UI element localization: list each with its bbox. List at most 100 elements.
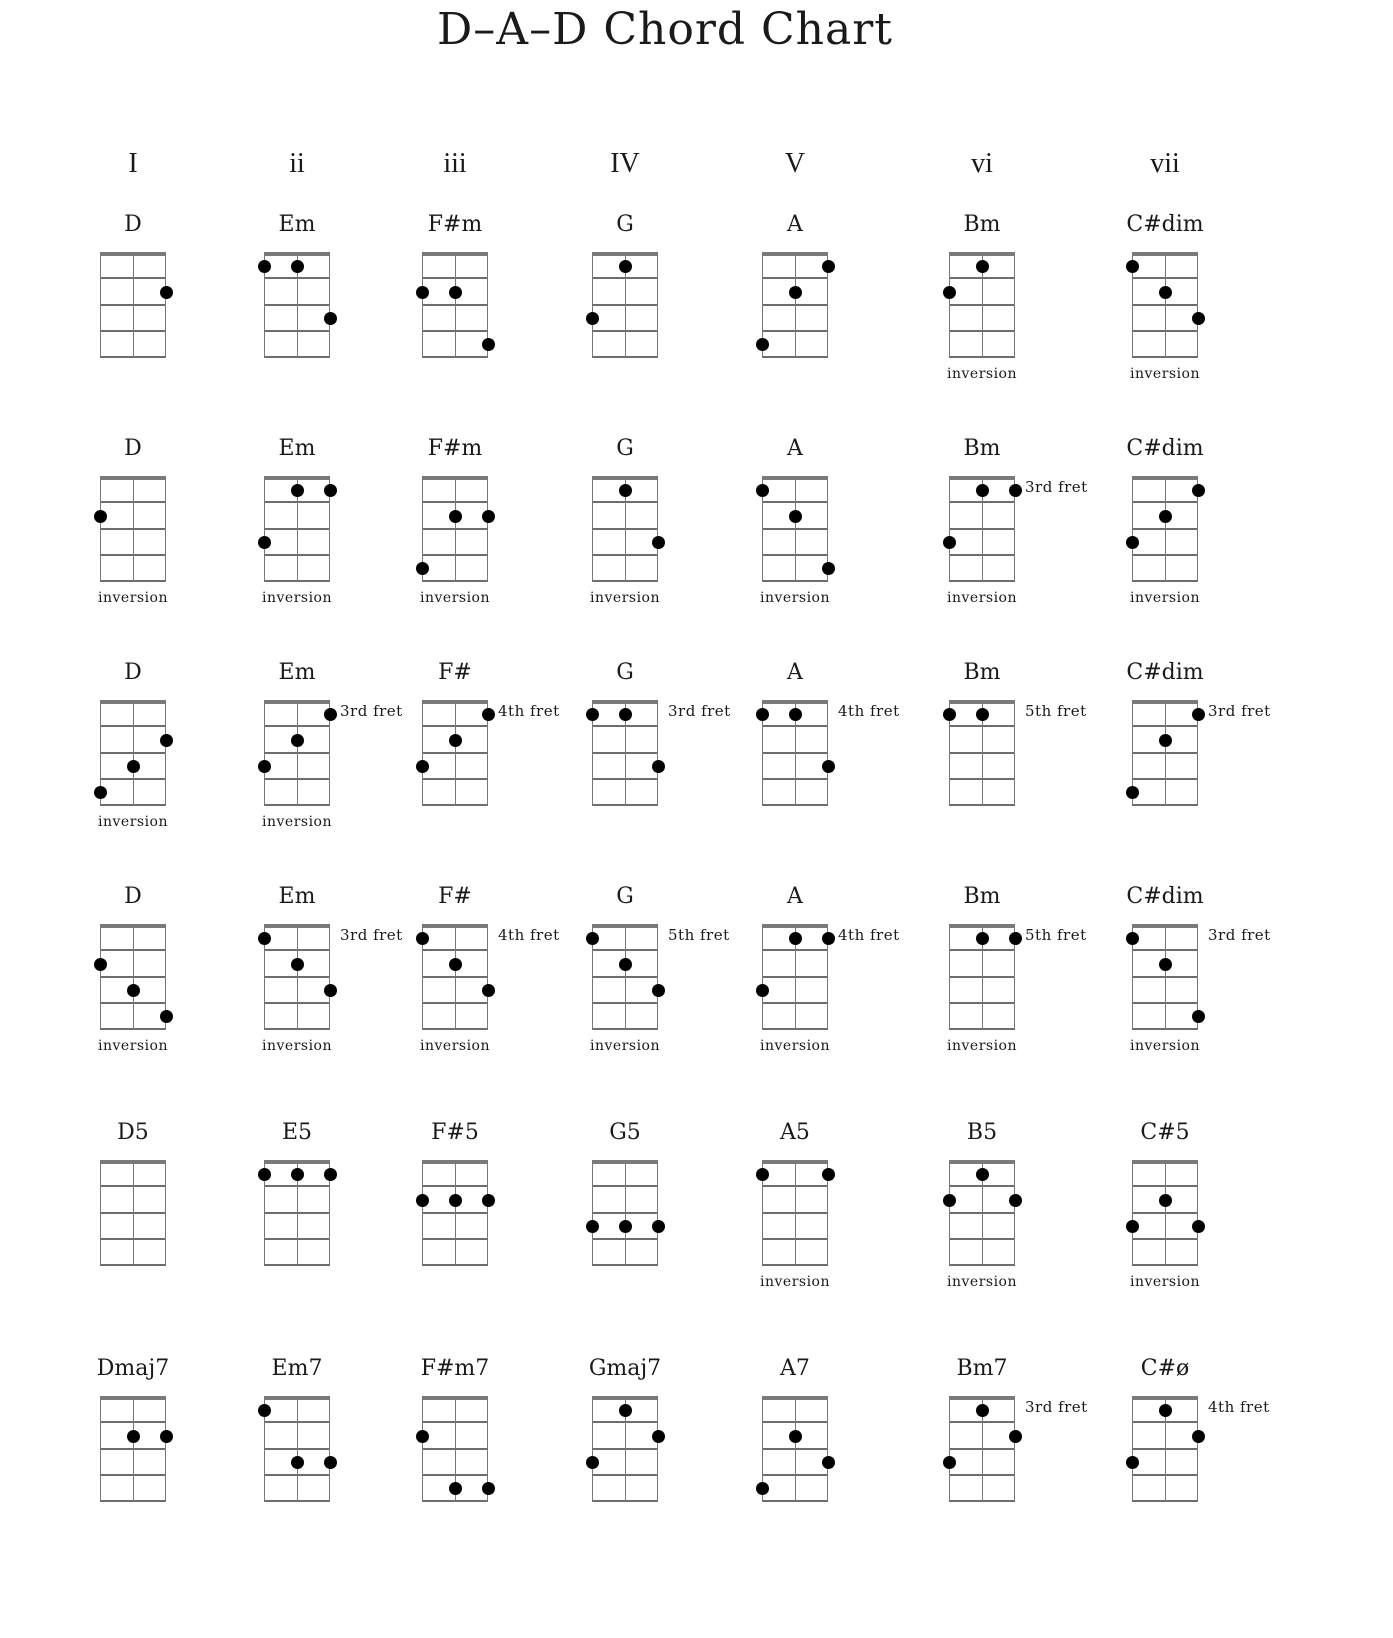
finger-dot [415,285,429,299]
chord-diagram: Bm7 3rd fret [882,1356,1087,1556]
finger-dot [159,733,173,747]
string-line [1132,476,1133,581]
finger-dot [93,786,107,800]
fretboard-grid [585,252,658,358]
inversion-label: inversion [947,366,1017,382]
string-line [949,1396,950,1501]
fretboard-grid [100,1396,173,1502]
finger-dot [755,338,769,352]
finger-dot [1158,957,1172,971]
chord-name: A [787,884,803,909]
chord-name: A [787,212,803,237]
fretboard-grid [93,700,173,806]
finger-dot [415,1193,429,1207]
finger-dot [755,483,769,497]
finger-dot [290,1456,304,1470]
string-line [133,252,134,357]
finger-dot [415,931,429,945]
string-line [762,924,763,1029]
fretboard-grid [257,1396,337,1502]
inversion-label: inversion [947,1274,1017,1290]
chord-diagram: B5 inversion [882,1120,1082,1320]
finger-dot [126,760,140,774]
string-line [795,252,796,357]
finger-dot [448,285,462,299]
string-line [133,1160,134,1265]
fretboard-grid [755,1396,835,1502]
string-line [1014,700,1015,805]
inversion-label: inversion [947,1038,1017,1054]
chord-name: A [787,436,803,461]
finger-dot [323,984,337,998]
fretboard-grid [942,1160,1022,1266]
fretboard-grid [257,1160,337,1266]
fretboard-grid [1125,924,1205,1030]
string-line [165,252,166,357]
finger-dot [651,536,665,550]
scale-degree-7: vii [1150,148,1180,179]
string-line [455,924,456,1029]
string-line [422,1396,423,1501]
finger-dot [618,1403,632,1417]
finger-dot [942,1456,956,1470]
string-line [455,476,456,581]
inversion-label: inversion [1130,590,1200,606]
finger-dot [975,707,989,721]
string-line [795,476,796,581]
scale-degree-3: iii [443,148,467,179]
chord-name: C#dim [1126,436,1204,461]
chord-name: C#dim [1126,660,1204,685]
chord-diagram: Ainversion [695,436,895,636]
fretboard-grid [942,1396,1022,1502]
string-line [1165,476,1166,581]
finger-dot [1125,1220,1139,1234]
finger-dot [755,984,769,998]
finger-dot [585,931,599,945]
chord-diagram: C#dim 3rd fret [1065,660,1270,860]
inversion-label: inversion [760,1274,830,1290]
finger-dot [323,707,337,721]
chord-name: A [787,660,803,685]
finger-dot [257,259,271,273]
finger-dot [821,259,835,273]
fretboard-grid [1125,1396,1205,1502]
finger-dot [942,1193,956,1207]
string-line [1165,252,1166,357]
string-line [100,252,101,357]
finger-dot [755,1482,769,1496]
chord-diagram: A 4th fret inversion [695,884,899,1084]
finger-dot [1158,285,1172,299]
fretboard-grid [755,252,835,358]
chord-diagram: C#5 inversion [1065,1120,1265,1320]
finger-dot [821,931,835,945]
string-line [657,700,658,805]
string-line [1014,252,1015,357]
fretboard-grid [93,924,173,1030]
inversion-label: inversion [1130,1274,1200,1290]
finger-dot [290,1167,304,1181]
fretboard-grid [93,476,166,582]
finger-dot [481,984,495,998]
string-line [657,252,658,357]
string-line [1165,924,1166,1029]
chord-diagram: A [695,212,895,412]
fretboard-grid [942,476,1022,582]
finger-dot [415,562,429,576]
fretboard-grid [415,1160,495,1266]
fretboard-grid [415,700,495,806]
finger-dot [290,957,304,971]
scale-degree-1: I [128,148,138,179]
string-line [133,700,134,805]
fretboard-grid [755,924,835,1030]
fretboard-grid [257,700,337,806]
finger-dot [481,1482,495,1496]
string-line [592,1396,593,1501]
finger-dot [1191,1010,1205,1024]
scale-degree-2: ii [289,148,305,179]
finger-dot [1158,1193,1172,1207]
finger-dot [651,984,665,998]
fretboard-grid [585,700,665,806]
string-line [1132,1396,1133,1501]
chord-name: Bm [963,660,1001,685]
string-line [795,1160,796,1265]
